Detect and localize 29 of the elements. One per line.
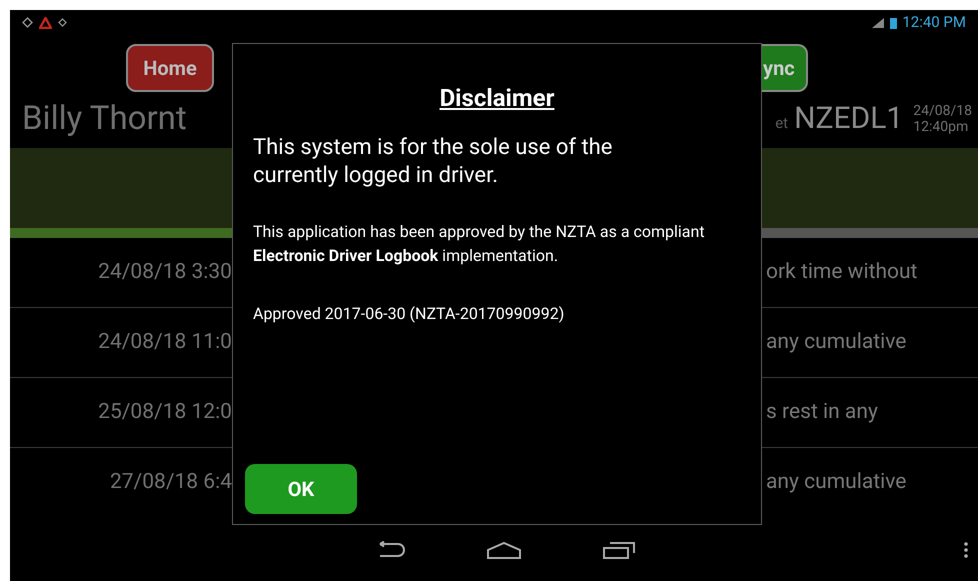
- header-time: 12:40pm: [913, 119, 970, 135]
- overflow-menu-icon[interactable]: [964, 542, 968, 558]
- ruleset-value: NZEDL1: [794, 104, 904, 134]
- rule-date: 24/08/18 11:0: [98, 328, 232, 356]
- rule-text: s rest in any: [766, 400, 878, 424]
- recent-apps-icon[interactable]: [602, 540, 636, 558]
- dialog-body-text: This application has been approved by the NZTA as a compliant Electronic Driver Logbook implementation.: [253, 221, 706, 267]
- signal-icon: [871, 16, 886, 28]
- approval-text: Approved 2017-06-30 (NZTA-20170990992): [253, 303, 566, 325]
- driver-name: Billy Thornt: [22, 99, 187, 138]
- home-icon[interactable]: [486, 540, 522, 558]
- status-diamond-icon: [22, 17, 33, 28]
- rule-date: 27/08/18 6:4: [110, 469, 232, 496]
- ok-button[interactable]: OK: [245, 464, 357, 514]
- battery-icon: [890, 16, 898, 28]
- rule-text: any cumulative: [766, 330, 906, 354]
- header-date: 24/08/18: [913, 103, 972, 119]
- rule-text: any cumulative: [766, 470, 906, 494]
- sync-tab[interactable]: ync: [762, 44, 808, 92]
- status-time: 12:40 PM: [902, 12, 966, 34]
- rule-text: ork time without: [766, 260, 918, 284]
- home-tab[interactable]: Home: [126, 44, 214, 92]
- ruleset-label: et: [775, 112, 788, 134]
- dialog-title: Disclaimer: [440, 83, 554, 114]
- triangle-logo-icon: [39, 16, 52, 28]
- rule-date: 24/08/18 3:30: [98, 258, 232, 286]
- dialog-lead-text: This system is for the sole use of the currently logged in driver.: [253, 134, 614, 190]
- status-diamond-icon: [58, 18, 67, 27]
- rule-date: 25/08/18 12:0: [98, 398, 232, 426]
